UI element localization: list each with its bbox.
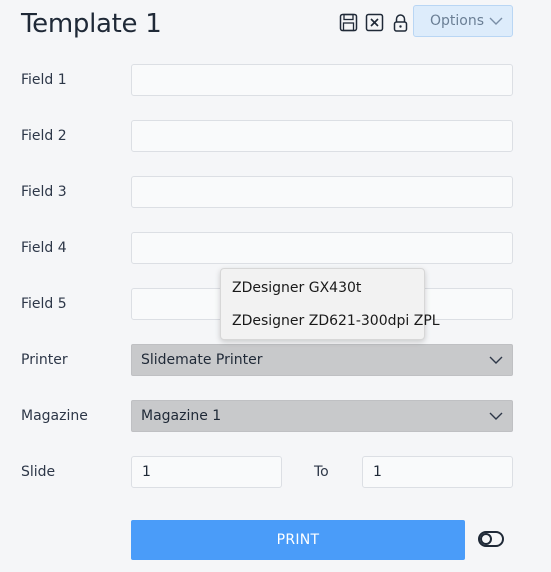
- slide-to-input[interactable]: [362, 456, 513, 488]
- printer-selected-value: Slidemate Printer: [141, 352, 263, 368]
- printer-option-gx430t[interactable]: ZDesigner GX430t: [232, 279, 361, 297]
- field-1-input[interactable]: [131, 64, 513, 96]
- magazine-select[interactable]: Magazine 1: [131, 400, 513, 432]
- page-title: Template 1: [21, 9, 162, 39]
- options-dropdown-button[interactable]: Options: [413, 5, 513, 37]
- field-1-label: Field 1: [21, 72, 67, 88]
- save-icon[interactable]: [339, 13, 358, 32]
- slide-from-input[interactable]: [131, 456, 282, 488]
- slide-label: Slide: [21, 464, 56, 480]
- magazine-selected-value: Magazine 1: [141, 408, 222, 424]
- chevron-down-icon: [489, 409, 503, 427]
- close-icon[interactable]: [365, 13, 384, 32]
- chevron-down-icon: [489, 15, 503, 31]
- field-3-label: Field 3: [21, 184, 67, 200]
- toggle-switch[interactable]: [478, 531, 504, 547]
- field-5-label: Field 5: [21, 296, 67, 312]
- field-4-input[interactable]: [131, 232, 513, 264]
- lock-icon[interactable]: [391, 13, 410, 32]
- slide-to-label: To: [314, 464, 329, 480]
- field-4-label: Field 4: [21, 240, 67, 256]
- chevron-down-icon: [489, 353, 503, 371]
- print-button[interactable]: PRINT: [131, 520, 465, 560]
- printer-label: Printer: [21, 352, 68, 368]
- field-2-label: Field 2: [21, 128, 67, 144]
- toggle-knob: [480, 533, 492, 545]
- printer-select[interactable]: Slidemate Printer: [131, 344, 513, 376]
- field-3-input[interactable]: [131, 176, 513, 208]
- printer-dropdown-menu: ZDesigner GX430t ZDesigner ZD621-300dpi …: [220, 268, 440, 340]
- field-2-input[interactable]: [131, 120, 513, 152]
- magazine-label: Magazine: [21, 408, 88, 424]
- options-label: Options: [430, 13, 485, 29]
- printer-option-zd621[interactable]: ZDesigner ZD621-300dpi ZPL: [232, 312, 440, 330]
